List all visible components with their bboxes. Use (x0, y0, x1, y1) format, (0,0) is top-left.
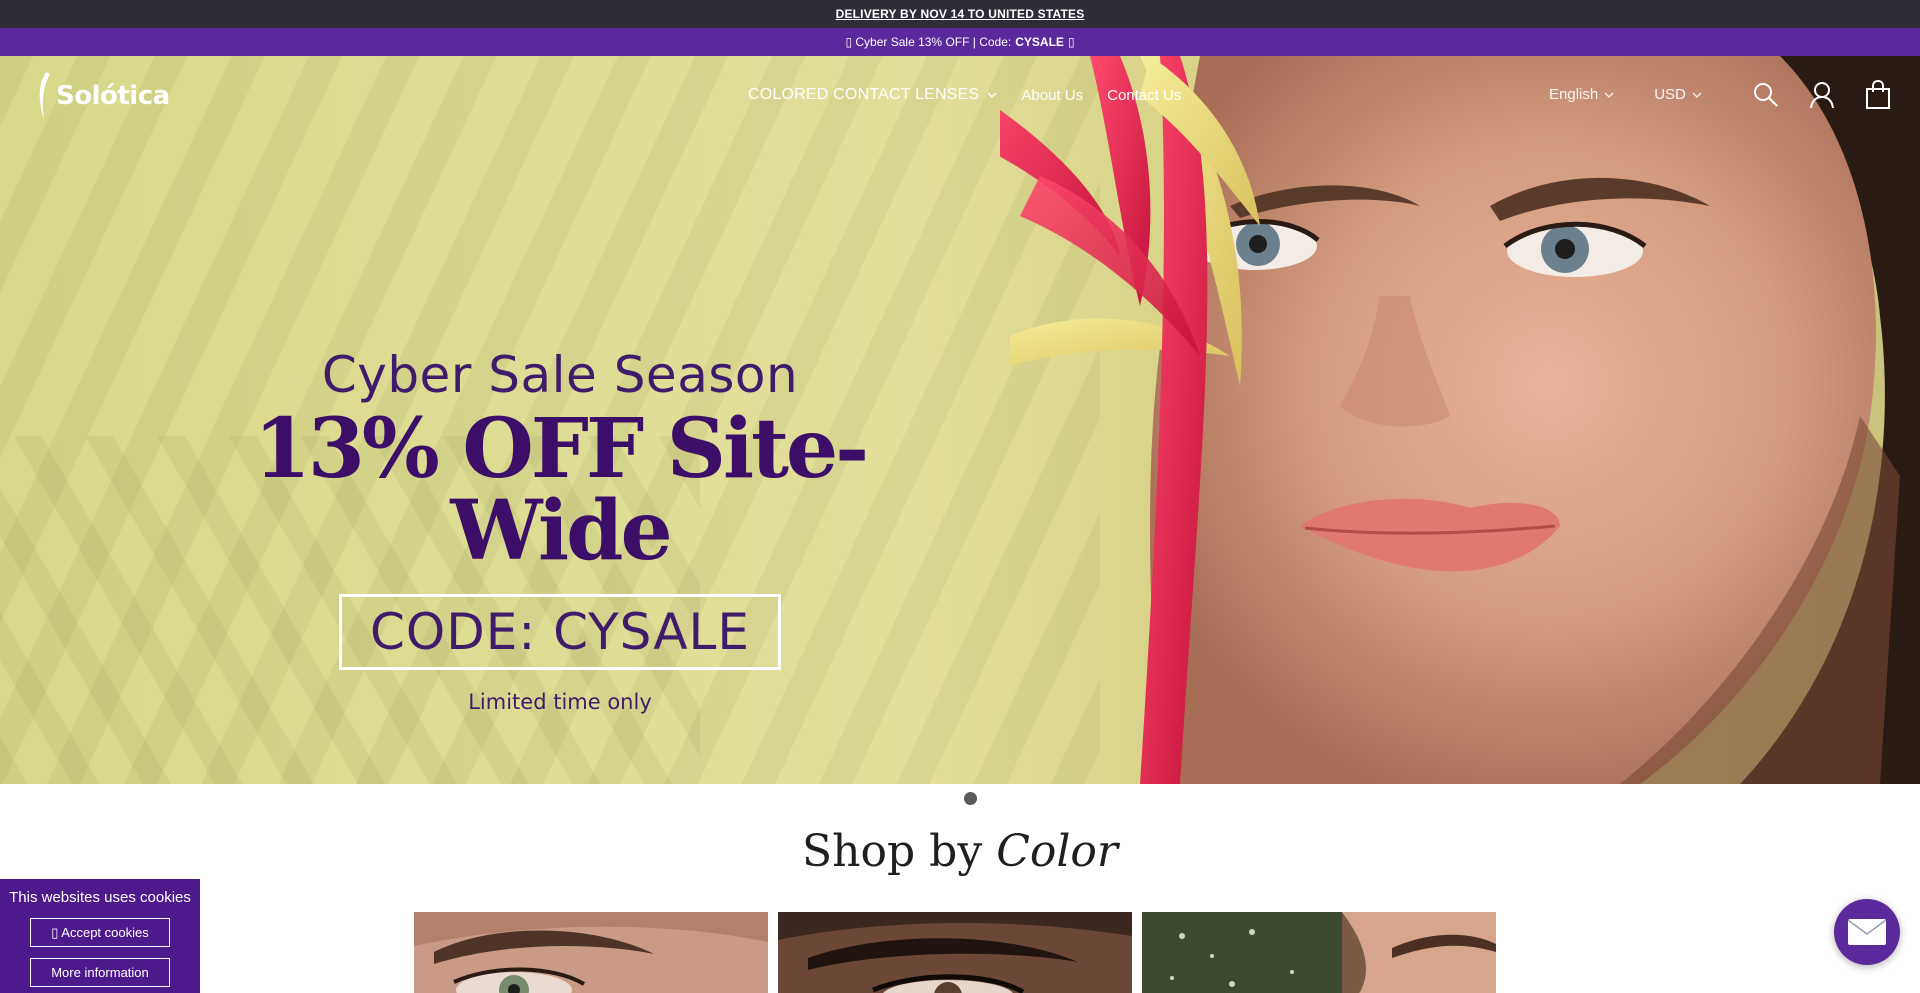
carousel-dot-active[interactable] (964, 792, 977, 805)
search-button[interactable] (1752, 78, 1780, 112)
cookie-title: This websites uses cookies (9, 889, 191, 906)
nav-contact-us[interactable]: Contact Us (1107, 87, 1181, 104)
currency-selector[interactable]: USD (1654, 86, 1702, 103)
language-value: English (1549, 86, 1599, 103)
heading-italic: Color (996, 826, 1118, 877)
cart-icon (1866, 80, 1890, 109)
nav-label: About Us (1021, 86, 1084, 104)
color-tile[interactable] (414, 912, 768, 993)
color-tile[interactable] (1142, 912, 1496, 993)
chevron-down-icon (1692, 92, 1702, 98)
account-button[interactable] (1808, 78, 1836, 112)
cart-button[interactable] (1864, 78, 1892, 112)
nav-colored-contact-lenses[interactable]: COLORED CONTACT LENSES (748, 86, 997, 104)
hero-model-image (1000, 56, 1920, 784)
color-tile[interactable] (778, 912, 1132, 993)
chat-widget-button[interactable] (1834, 899, 1900, 965)
hero-headline: 13% OFF Site-Wide (253, 401, 869, 579)
search-icon (1754, 83, 1778, 107)
envelope-icon (1847, 919, 1887, 945)
hero-copy: Cyber Sale Season 13% OFF Site-Wide CODE… (200, 346, 920, 714)
main-nav: COLORED CONTACT LENSES About Us Contact … (748, 86, 1181, 104)
nav-label: COLORED CONTACT LENSES (748, 86, 980, 103)
account-icon (1810, 82, 1834, 109)
color-tile-image (778, 912, 1132, 993)
promo-suffix: ▯ (1067, 35, 1075, 49)
site-header: Solótica COLORED CONTACT LENSES About Us… (0, 56, 1920, 136)
hero-promo-code: CODE: CYSALE (339, 594, 781, 670)
chevron-down-icon (987, 92, 997, 98)
delivery-announcement-link[interactable]: DELIVERY BY NOV 14 TO UNITED STATES (836, 7, 1085, 21)
logo-swirl-icon (39, 72, 50, 120)
color-tile-image (414, 912, 768, 993)
nav-label: Contact Us (1107, 86, 1182, 104)
accept-cookies-button[interactable]: ▯ Accept cookies (30, 918, 170, 947)
promo-announcement-bar: ▯ Cyber Sale 13% OFF | Code: CYSALE ▯ (0, 28, 1920, 56)
chevron-down-icon (1604, 92, 1614, 98)
delivery-announcement-bar: DELIVERY BY NOV 14 TO UNITED STATES (0, 0, 1920, 28)
promo-code: CYSALE (1015, 35, 1064, 49)
hero-kicker: Cyber Sale Season (321, 346, 799, 404)
locale-selectors: English USD (1549, 86, 1702, 103)
color-tile-image (1142, 912, 1496, 993)
logo-text: Solótica (56, 81, 170, 111)
site-logo[interactable]: Solótica (36, 70, 170, 122)
more-information-button[interactable]: More information (30, 958, 170, 987)
nav-about-us[interactable]: About Us (1021, 87, 1083, 104)
hero-subtext: Limited time only (468, 690, 652, 714)
shop-by-color-heading: Shop by Color (0, 826, 1920, 877)
promo-text: ▯ Cyber Sale 13% OFF | Code: (845, 35, 1012, 49)
header-actions (1752, 78, 1892, 112)
carousel-pagination (964, 792, 978, 806)
heading-plain: Shop by (802, 826, 983, 877)
cookie-banner: This websites uses cookies ▯ Accept cook… (0, 879, 200, 993)
currency-value: USD (1654, 86, 1686, 103)
language-selector[interactable]: English (1549, 86, 1614, 103)
hero-banner[interactable]: Cyber Sale Season 13% OFF Site-Wide CODE… (0, 56, 1920, 784)
color-tiles (414, 912, 1496, 993)
